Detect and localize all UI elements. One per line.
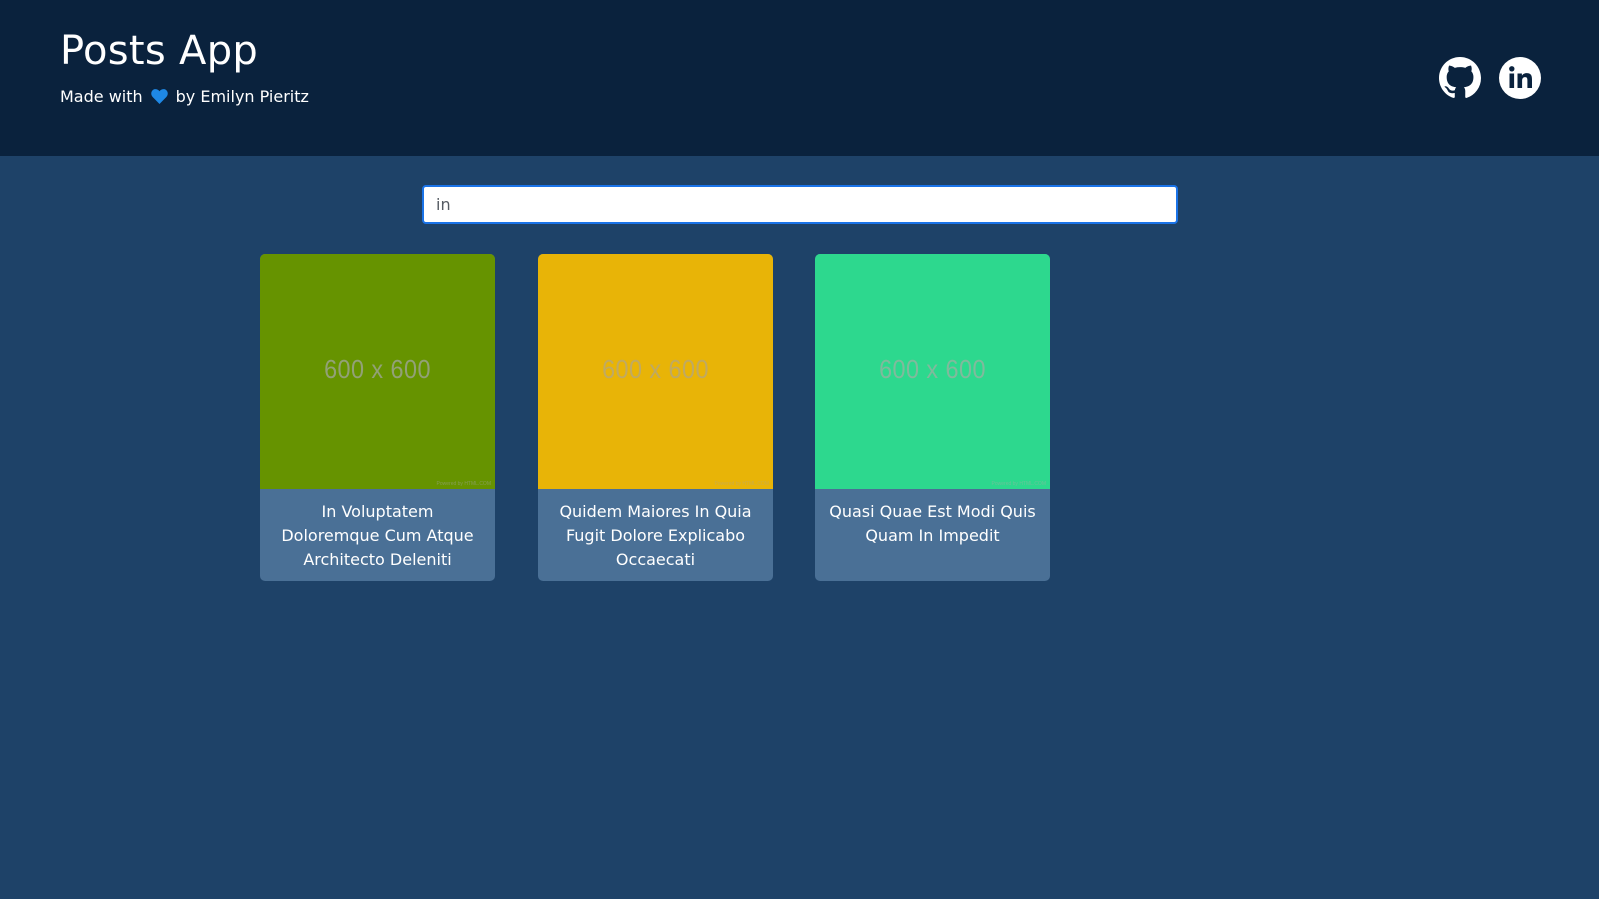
image-watermark: Powered by HTML.COM: [991, 481, 1046, 487]
github-link[interactable]: [1439, 57, 1481, 99]
github-icon: [1439, 57, 1481, 98]
image-watermark: Powered by HTML.COM: [436, 481, 491, 487]
app-title: Posts App: [60, 28, 259, 74]
post-card[interactable]: 600 x 600 Powered by HTML.COM In Volupta…: [260, 254, 495, 581]
post-title: In Voluptatem Doloremque Cum Atque Archi…: [281, 502, 474, 569]
subtitle-prefix: Made with: [60, 87, 143, 106]
heart-icon: [150, 89, 168, 104]
post-image: 600 x 600 Powered by HTML.COM: [260, 254, 495, 489]
search-input[interactable]: [422, 185, 1178, 224]
linkedin-icon: [1499, 57, 1541, 99]
search-bar: [422, 185, 1178, 224]
app-header: Posts App Made with by Emilyn Pieritz: [0, 0, 1599, 156]
app-subtitle: Made with by Emilyn Pieritz: [60, 87, 309, 106]
linkedin-link[interactable]: [1499, 57, 1541, 99]
image-placeholder-label: 600 x 600: [324, 354, 431, 384]
post-image: 600 x 600 Powered by HTML.COM: [815, 254, 1050, 489]
post-title: Quasi Quae Est Modi Quis Quam In Impedit: [829, 502, 1036, 545]
image-placeholder-label: 600 x 600: [602, 354, 709, 384]
social-links: [1439, 57, 1541, 99]
post-card[interactable]: 600 x 600 Powered by HTML.COM Quasi Quae…: [815, 254, 1050, 581]
post-title: Quidem Maiores In Quia Fugit Dolore Expl…: [559, 502, 752, 569]
image-watermark: Powered by HTML.COM: [714, 481, 769, 487]
post-card[interactable]: 600 x 600 Powered by HTML.COM Quidem Mai…: [538, 254, 773, 581]
post-image: 600 x 600 Powered by HTML.COM: [538, 254, 773, 489]
subtitle-suffix: by Emilyn Pieritz: [175, 87, 309, 106]
image-placeholder-label: 600 x 600: [879, 354, 986, 384]
